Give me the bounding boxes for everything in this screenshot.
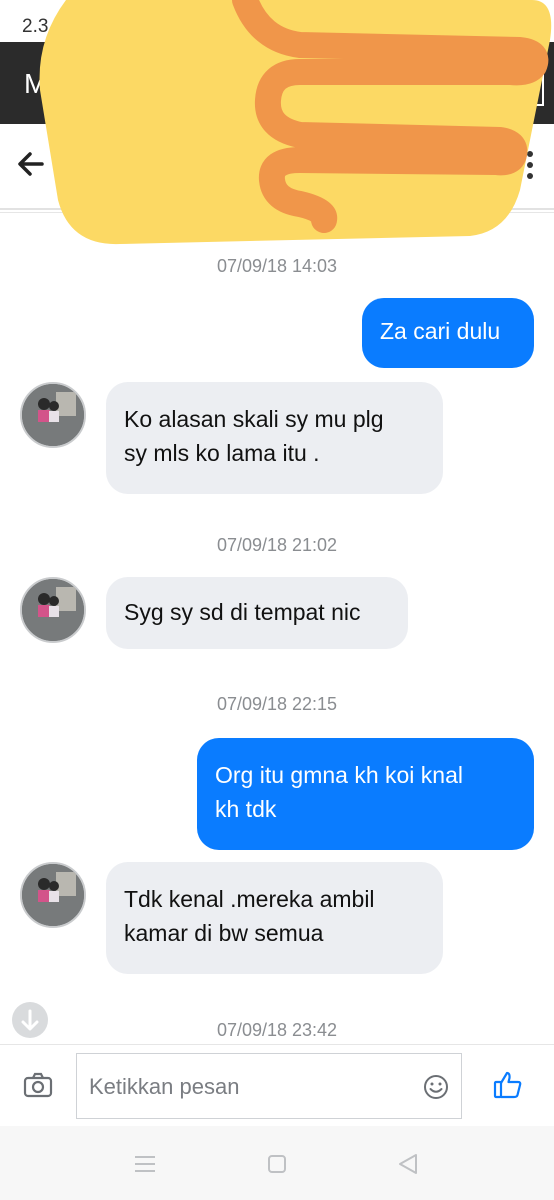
message-input[interactable]: Ketikkan pesan — [76, 1053, 462, 1119]
timestamp: 07/09/18 14:03 — [216, 256, 338, 276]
message-input-placeholder: Ketikkan pesan — [89, 1074, 240, 1099]
message-line: Tdk kenal .mereka ambil — [124, 886, 375, 912]
avatar-photo — [22, 864, 84, 926]
menu-icon — [135, 1156, 155, 1172]
message-line: kamar di bw semua — [124, 920, 324, 946]
camera-button[interactable] — [22, 1069, 54, 1101]
menu-button[interactable] — [133, 1152, 157, 1176]
timestamp: 07/09/18 21:02 — [216, 535, 338, 555]
thumbs-up-icon — [493, 1071, 522, 1099]
like-button[interactable] — [492, 1069, 524, 1101]
message-line: Ko alasan skali sy mu plg — [124, 406, 384, 432]
avatar-photo — [22, 579, 84, 641]
message-incoming[interactable]: Syg sy sd di tempat nic — [106, 577, 408, 649]
emoji-icon — [424, 1075, 448, 1099]
home-button[interactable] — [265, 1152, 289, 1176]
camera-icon — [23, 1072, 53, 1098]
timestamp: 07/09/18 22:15 — [216, 694, 338, 714]
avatar[interactable] — [20, 862, 86, 928]
message-line: sy mls ko lama itu . — [124, 440, 320, 466]
message-outgoing[interactable]: Org itu gmna kh koi knal kh tdk — [197, 738, 534, 850]
message-text: Za cari dulu — [380, 318, 501, 344]
message-incoming[interactable]: Tdk kenal .mereka ambil kamar di bw semu… — [106, 862, 443, 974]
home-square-icon — [268, 1155, 286, 1173]
avatar[interactable] — [20, 577, 86, 643]
system-back-button[interactable] — [396, 1152, 420, 1176]
avatar[interactable] — [20, 382, 86, 448]
thumb-sticker-overlay — [39, 0, 552, 245]
message-line: kh tdk — [215, 796, 277, 822]
message-incoming[interactable]: Ko alasan skali sy mu plg sy mls ko lama… — [106, 382, 443, 494]
message-composer: Ketikkan pesan — [0, 1044, 554, 1127]
back-triangle-icon — [399, 1154, 417, 1174]
message-outgoing[interactable]: Za cari dulu — [362, 298, 534, 368]
message-line: Org itu gmna kh koi knal — [215, 762, 464, 788]
timestamp: 07/09/18 23:42 — [216, 1020, 338, 1040]
system-nav-bar — [0, 1126, 554, 1200]
avatar-photo — [22, 384, 84, 446]
message-line: Syg sy sd di tempat nic — [124, 599, 361, 625]
emoji-button[interactable] — [423, 1074, 449, 1100]
